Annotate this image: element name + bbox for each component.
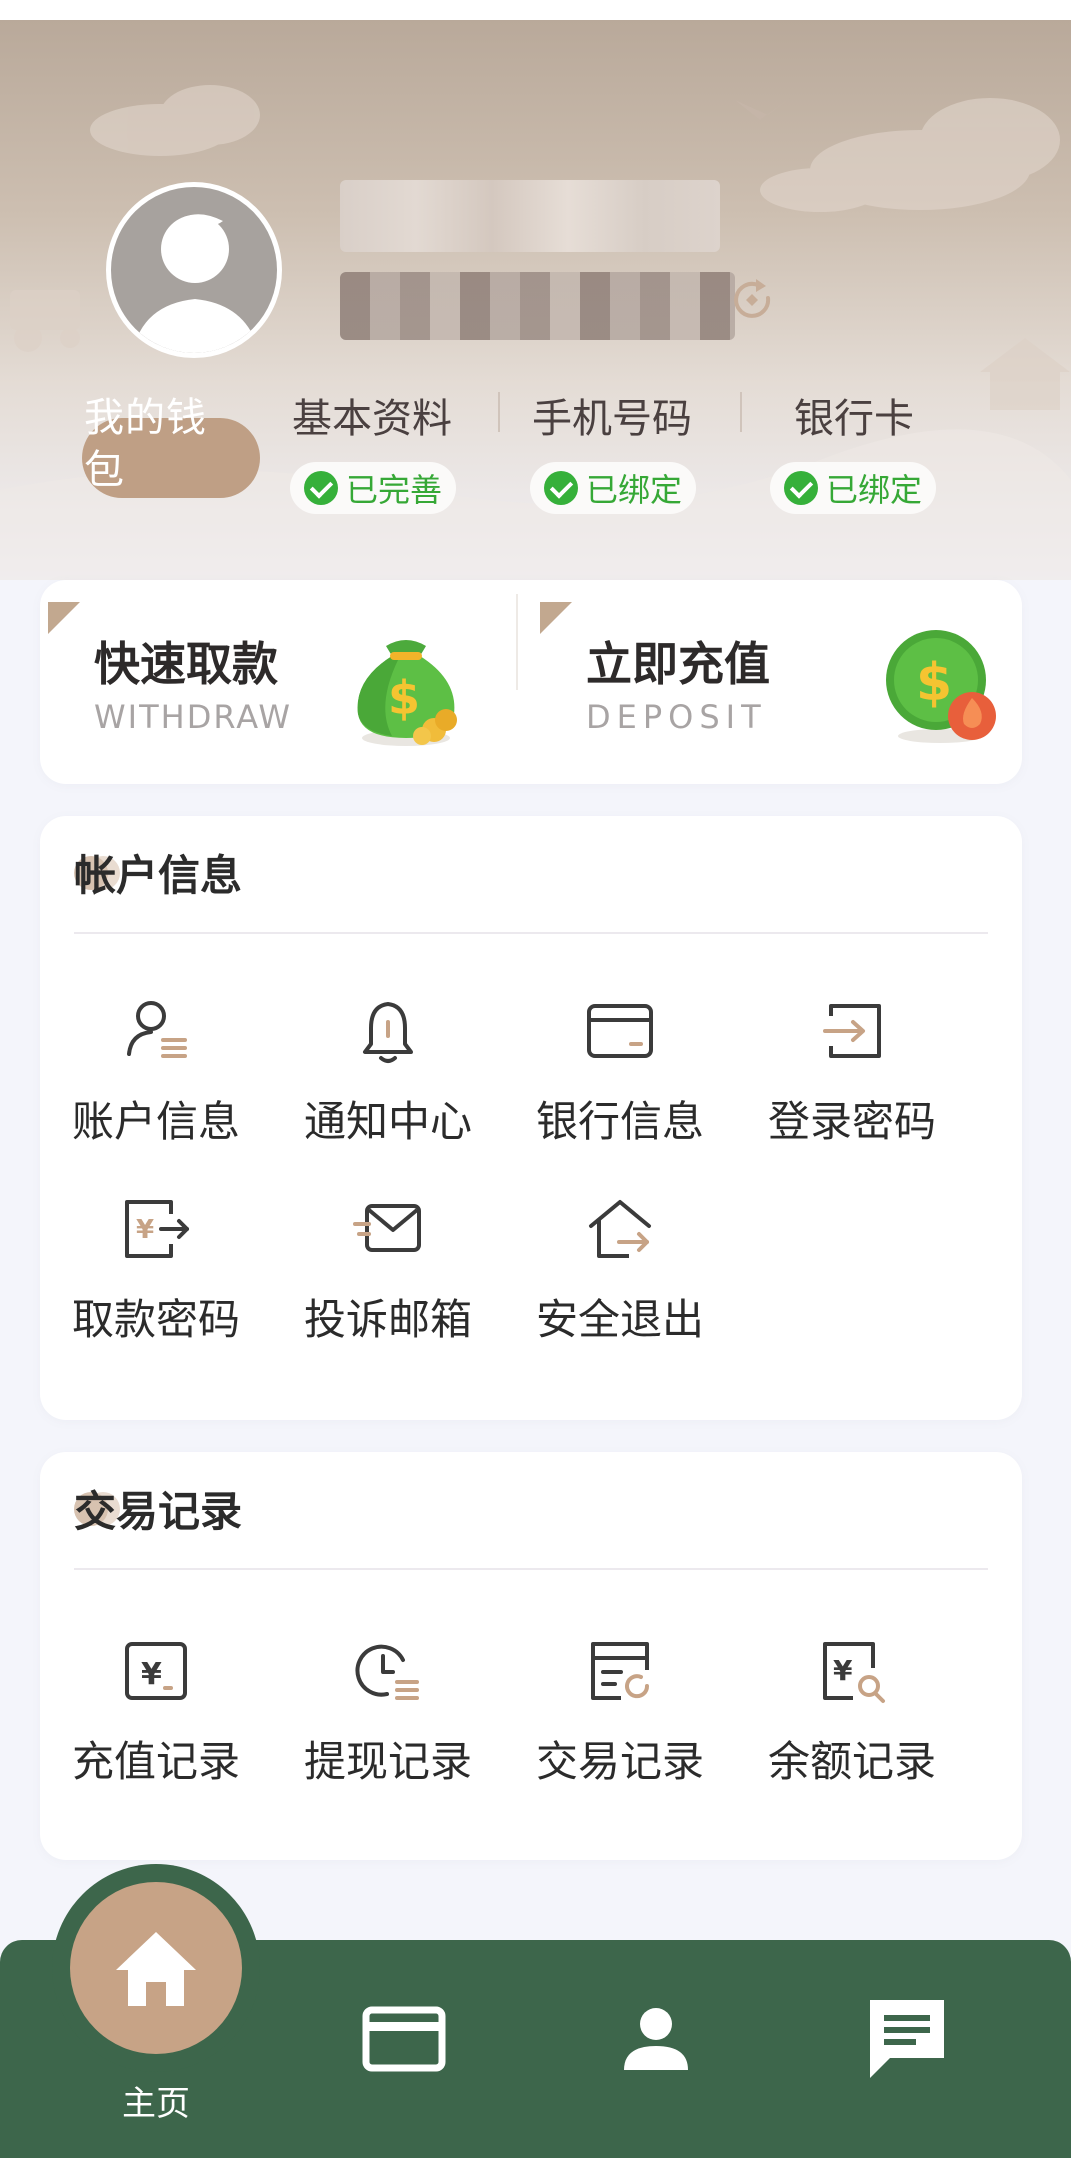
withdraw-records-item[interactable]: 提现记录 xyxy=(272,1636,504,1789)
check-icon xyxy=(304,471,338,505)
check-icon xyxy=(784,471,818,505)
item-label: 银行信息 xyxy=(535,1097,704,1146)
item-label: 登录密码 xyxy=(767,1097,936,1146)
bank-info-item[interactable]: 银行信息 xyxy=(504,996,736,1149)
deposit-button[interactable]: 立即充值 DEPOSIT $ xyxy=(532,580,1022,784)
svg-text:$: $ xyxy=(388,671,420,725)
home-icon xyxy=(116,1932,196,2006)
login-password-item[interactable]: 登录密码 xyxy=(736,996,968,1149)
svg-text:¥: ¥ xyxy=(141,1657,162,1692)
deposit-subtitle: DEPOSIT xyxy=(586,698,767,736)
tab-home-label[interactable]: 主页 xyxy=(70,2076,242,2125)
svg-text:¥: ¥ xyxy=(136,1215,154,1245)
status-text: 已完善 xyxy=(346,471,443,509)
coin-flame-icon: $ xyxy=(886,630,996,743)
safe-logout-item[interactable]: 安全退出 xyxy=(504,1194,736,1347)
svg-text:$: $ xyxy=(916,653,952,713)
mail-icon xyxy=(353,1204,421,1252)
avatar[interactable] xyxy=(106,182,282,358)
item-label: 安全退出 xyxy=(535,1295,704,1344)
deposit-title: 立即充值 xyxy=(586,637,770,691)
withdraw-button[interactable]: 快速取款 WITHDRAW $ xyxy=(40,580,530,784)
deposit-records-item[interactable]: ¥ 充值记录 xyxy=(40,1636,272,1789)
phone-status-badge: 已绑定 xyxy=(530,462,697,514)
user-list-icon xyxy=(127,1001,187,1058)
complaint-mail-item[interactable]: 投诉邮箱 xyxy=(272,1194,504,1347)
divider xyxy=(74,1568,988,1570)
status-text: 已绑定 xyxy=(826,471,923,509)
balance-records-item[interactable]: ¥ 余额记录 xyxy=(736,1636,968,1789)
yen-search-icon: ¥ xyxy=(823,1642,885,1703)
divider xyxy=(740,392,742,432)
item-label: 投诉邮箱 xyxy=(303,1295,472,1344)
home-exit-icon xyxy=(589,1200,651,1258)
yen-transfer-icon: ¥ xyxy=(125,1200,189,1258)
transaction-records-item[interactable]: 交易记录 xyxy=(504,1636,736,1789)
item-label: 交易记录 xyxy=(535,1737,704,1786)
username-blurred xyxy=(340,180,720,252)
svg-text:¥: ¥ xyxy=(833,1654,853,1687)
item-label: 余额记录 xyxy=(767,1737,936,1786)
divider xyxy=(498,392,500,432)
item-label: 通知中心 xyxy=(303,1097,472,1146)
quick-actions-card: 快速取款 WITHDRAW $ 立即充值 DEPOSIT $ xyxy=(40,580,1022,784)
basic-info-status-badge: 已完善 xyxy=(290,462,457,514)
bell-icon xyxy=(363,1002,413,1063)
account-id-blurred xyxy=(340,272,735,340)
withdraw-title: 快速取款 xyxy=(94,637,278,691)
tab-card-icon[interactable] xyxy=(362,2004,446,2074)
item-label: 取款密码 xyxy=(71,1295,240,1344)
tab-profile-icon[interactable] xyxy=(620,2002,692,2074)
item-label: 提现记录 xyxy=(303,1737,472,1786)
divider xyxy=(74,932,988,934)
phone-label[interactable]: 手机号码 xyxy=(532,386,692,444)
doc-refresh-icon xyxy=(591,1642,650,1700)
corner-marker xyxy=(540,602,572,634)
tab-home[interactable] xyxy=(70,1882,242,2054)
section-title: 帐户信息 xyxy=(74,851,243,900)
money-bag-icon: $ xyxy=(357,640,457,746)
status-text: 已绑定 xyxy=(586,471,683,509)
withdraw-password-item[interactable]: ¥ 取款密码 xyxy=(40,1194,272,1347)
notification-center-item[interactable]: 通知中心 xyxy=(272,996,504,1149)
account-info-item[interactable]: 账户信息 xyxy=(40,996,272,1149)
corner-marker xyxy=(48,602,80,634)
wallet-label[interactable]: 我的钱包 xyxy=(84,392,234,496)
check-icon xyxy=(544,471,578,505)
withdraw-subtitle: WITHDRAW xyxy=(94,698,293,736)
refresh-icon[interactable] xyxy=(728,276,776,324)
account-info-card: 帐户信息 账户信息 通知中心 银行信息 登录密码 ¥ 取款密码 投诉邮箱 安全退… xyxy=(40,816,1022,1420)
bank-card-status-badge: 已绑定 xyxy=(770,462,937,514)
yen-receipt-icon: ¥ xyxy=(125,1642,187,1700)
bank-card-label[interactable]: 银行卡 xyxy=(794,386,914,444)
card-icon xyxy=(587,1004,653,1058)
tab-message-icon[interactable] xyxy=(864,1996,950,2080)
item-label: 账户信息 xyxy=(71,1097,240,1146)
basic-info-label[interactable]: 基本资料 xyxy=(292,386,452,444)
clock-list-icon xyxy=(355,1644,419,1700)
divider xyxy=(516,594,518,690)
section-title: 交易记录 xyxy=(74,1487,243,1536)
status-strip xyxy=(0,0,1071,20)
item-label: 充值记录 xyxy=(71,1737,240,1786)
login-icon xyxy=(823,1004,881,1058)
transaction-records-card: 交易记录 ¥ 充值记录 提现记录 交易记录 ¥ 余额记录 xyxy=(40,1452,1022,1860)
